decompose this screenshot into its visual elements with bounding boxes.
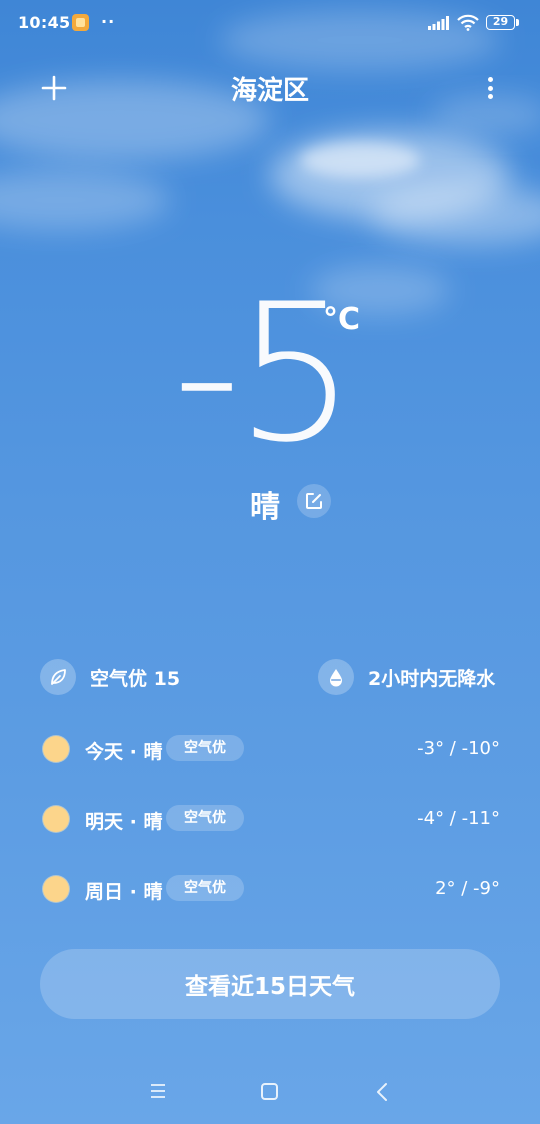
air-quality[interactable]: 空气优 15 [90,664,180,691]
battery-cap [516,19,519,26]
app-notification-icon [72,14,89,31]
home-icon[interactable] [261,1083,278,1100]
status-time: 10:45 [18,13,71,32]
air-quality-badge: 空气优 [166,735,244,761]
precipitation-forecast[interactable]: 2小时内无降水 [368,664,495,691]
forecast-temperature: -3° / -10° [417,738,500,759]
forecast-temperature: 2° / -9° [435,878,500,899]
edit-icon[interactable] [297,484,331,518]
add-city-button[interactable] [38,72,70,104]
more-vertical-icon[interactable] [478,72,502,104]
air-quality-badge: 空气优 [166,805,244,831]
sun-icon [43,876,69,902]
more-notifications: ·· [101,12,116,31]
signal-icon [428,16,449,30]
sun-icon [43,736,69,762]
forecast-temperature: -4° / -11° [417,808,500,829]
view-15-day-forecast-button[interactable]: 查看近15日天气 [40,949,500,1019]
weather-condition: 晴 [250,490,280,525]
forecast-day-label: 今天 · 晴 [85,741,163,763]
wifi-icon [457,14,479,31]
menu-icon[interactable] [148,1082,168,1100]
back-icon[interactable] [375,1081,389,1103]
raindrop-icon[interactable] [318,659,354,695]
temperature-unit: °C [323,302,361,337]
city-title: 海淀区 [230,76,309,106]
forecast-day-label: 明天 · 晴 [85,811,163,833]
leaf-icon[interactable] [40,659,76,695]
forecast-day-label: 周日 · 晴 [85,881,163,903]
sun-icon [43,806,69,832]
battery-icon: 29 [486,15,515,30]
air-quality-badge: 空气优 [166,875,244,901]
current-temperature: -5 [172,263,356,484]
